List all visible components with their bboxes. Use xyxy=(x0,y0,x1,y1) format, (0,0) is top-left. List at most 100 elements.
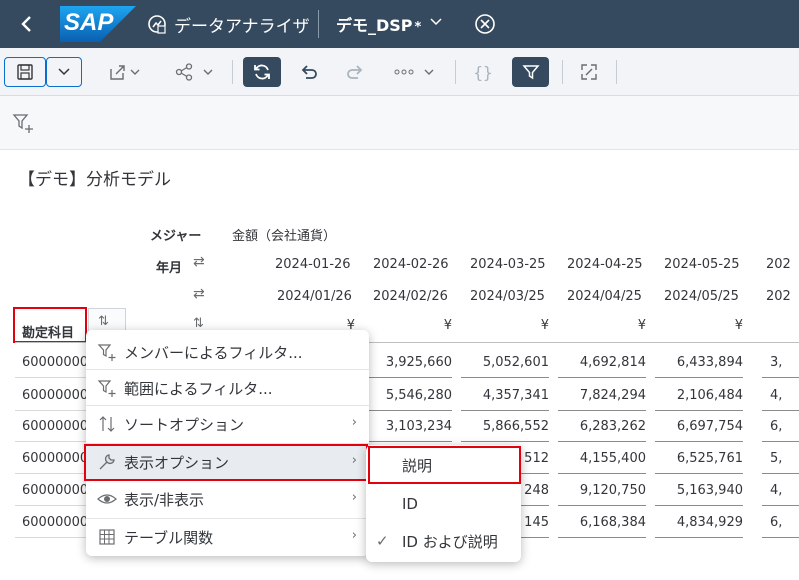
value-cell[interactable]: 6, xyxy=(770,419,782,434)
date-desc-header[interactable]: 2024/04/25 xyxy=(567,289,642,304)
account-cell[interactable]: 60000000 xyxy=(22,483,88,498)
value-cell[interactable]: 3, xyxy=(770,355,782,370)
date-id-header[interactable]: 2024-03-25 xyxy=(470,257,546,272)
date-id-header[interactable]: 2024-02-26 xyxy=(373,257,449,272)
value-cell[interactable]: 6, xyxy=(770,515,782,530)
date-desc-header[interactable]: 2024/05/25 xyxy=(664,289,739,304)
swap-icon[interactable]: ⇄ xyxy=(193,254,205,270)
value-cell[interactable]: 6,697,754 xyxy=(653,419,743,434)
refresh-button[interactable] xyxy=(243,57,281,87)
date-id-header[interactable]: 2024-05-25 xyxy=(664,257,740,272)
filter-plus-icon xyxy=(96,341,118,363)
back-button[interactable] xyxy=(12,0,42,48)
date-desc-header[interactable]: 202 xyxy=(766,289,791,304)
date-desc-header[interactable]: 2024/01/26 xyxy=(277,289,352,304)
value-cell[interactable]: 5,052,601 xyxy=(459,355,549,370)
export-icon xyxy=(110,65,140,80)
value-cell[interactable]: 3,925,660 xyxy=(362,355,452,370)
value-cell[interactable]: 5,546,280 xyxy=(362,388,452,403)
swap-icon[interactable]: ⇄ xyxy=(193,286,205,302)
value-cell[interactable]: 4, xyxy=(770,483,782,498)
value-cell[interactable]: 4,692,814 xyxy=(556,355,646,370)
menu-item[interactable]: メンバーによるフィルタ... xyxy=(86,334,369,370)
value-cell[interactable]: 4,155,400 xyxy=(556,451,646,466)
toolbar-separator xyxy=(616,60,617,84)
save-button[interactable] xyxy=(4,57,46,87)
formula-button[interactable]: {} xyxy=(468,57,498,87)
value-cell[interactable]: 5, xyxy=(770,451,782,466)
value-underline xyxy=(558,410,646,411)
period-label: 年月 xyxy=(156,261,183,276)
account-cell[interactable]: 60000000 xyxy=(22,451,88,466)
chevron-right-icon: › xyxy=(351,490,357,505)
value-underline xyxy=(762,410,799,411)
menu-item-label: メンバーによるフィルタ... xyxy=(124,343,303,362)
redo-button[interactable] xyxy=(340,57,370,87)
value-cell[interactable]: 4,834,929 xyxy=(653,515,743,530)
chevron-right-icon: › xyxy=(351,415,357,430)
menu-item[interactable]: テーブル関数 › xyxy=(86,519,369,555)
doc-title-menu[interactable]: デモ_DSP * xyxy=(336,12,421,36)
close-icon[interactable] xyxy=(474,13,496,35)
save-menu-button[interactable] xyxy=(46,57,82,87)
value-cell[interactable]: 6,433,894 xyxy=(653,355,743,370)
value-underline xyxy=(461,377,549,378)
account-cell[interactable]: 60000000 xyxy=(22,355,88,370)
add-filter-button[interactable] xyxy=(12,112,36,134)
context-menu: メンバーによるフィルタ... 範囲によるフィルタ... ソートオプション › 表示オプシ… xyxy=(86,330,369,556)
date-desc-header[interactable]: 2024/03/25 xyxy=(470,289,545,304)
menu-item[interactable]: ソートオプション › xyxy=(86,406,369,442)
eye-icon xyxy=(96,488,118,510)
save-icon xyxy=(17,64,33,80)
account-cell[interactable]: 60000000 xyxy=(22,388,88,403)
filter-plus-icon xyxy=(96,377,118,399)
date-id-header[interactable]: 202 xyxy=(766,257,791,272)
chevron-down-icon[interactable] xyxy=(430,14,442,30)
submenu-item[interactable]: ✓ ID および説明 xyxy=(366,524,521,558)
share-icon xyxy=(175,63,213,81)
date-id-header[interactable]: 2024-04-25 xyxy=(567,257,643,272)
value-cell[interactable]: 5,163,940 xyxy=(653,483,743,498)
value-underline xyxy=(762,377,799,378)
value-underline xyxy=(558,441,646,442)
data-analyzer-icon xyxy=(146,13,168,35)
submenu-item[interactable]: ID xyxy=(366,487,521,521)
highlight-description-option xyxy=(368,446,521,484)
toolbar-separator xyxy=(455,60,456,84)
export-button[interactable] xyxy=(100,57,148,87)
menu-item[interactable]: 範囲によるフィルタ... xyxy=(86,370,369,406)
value-underline xyxy=(762,441,799,442)
submenu-item-label: ID および説明 xyxy=(402,532,498,551)
redo-icon xyxy=(347,65,363,79)
value-underline xyxy=(364,377,452,378)
account-cell[interactable]: 60000000 xyxy=(22,515,88,530)
value-cell[interactable]: 6,525,761 xyxy=(653,451,743,466)
date-id-header[interactable]: 2024-01-26 xyxy=(275,257,351,272)
date-desc-header[interactable]: 2024/02/26 xyxy=(373,289,448,304)
sort-icon: ⇅ xyxy=(98,314,109,329)
more-icon xyxy=(394,69,434,75)
value-underline xyxy=(655,505,743,506)
menu-item[interactable]: 表示/非表示 › xyxy=(86,481,369,517)
undo-button[interactable] xyxy=(294,57,324,87)
value-cell[interactable]: 6,283,262 xyxy=(556,419,646,434)
share-button[interactable] xyxy=(170,57,218,87)
value-underline xyxy=(655,537,743,538)
value-underline xyxy=(461,410,549,411)
value-underline xyxy=(558,505,646,506)
value-cell[interactable]: 2,106,484 xyxy=(653,388,743,403)
fullscreen-button[interactable] xyxy=(574,57,604,87)
value-cell[interactable]: 7,824,294 xyxy=(556,388,646,403)
value-cell[interactable]: 4,357,341 xyxy=(459,388,549,403)
filter-plus-icon xyxy=(12,114,33,133)
value-cell[interactable]: 9,120,750 xyxy=(556,483,646,498)
value-cell[interactable]: 6,168,384 xyxy=(556,515,646,530)
value-cell[interactable]: 5,866,552 xyxy=(459,419,549,434)
account-cell[interactable]: 60000000 xyxy=(22,419,88,434)
more-button[interactable] xyxy=(390,57,440,87)
filter-button[interactable] xyxy=(512,57,549,87)
value-underline xyxy=(558,473,646,474)
modified-marker: * xyxy=(414,20,422,35)
value-cell[interactable]: 3,103,234 xyxy=(362,419,452,434)
value-cell[interactable]: 4, xyxy=(770,388,782,403)
